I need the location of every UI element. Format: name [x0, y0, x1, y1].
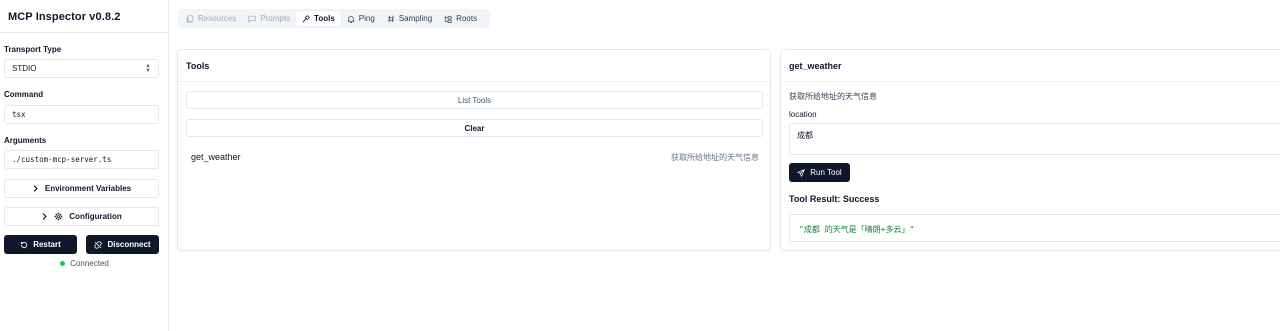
- tab-sampling-label: Sampling: [398, 14, 433, 23]
- command-value: tsx: [12, 110, 26, 119]
- location-input[interactable]: 成都: [789, 123, 1280, 155]
- status-text: Connected: [70, 259, 109, 268]
- divider: [781, 81, 1280, 82]
- tab-prompts[interactable]: Prompts: [242, 11, 296, 26]
- run-tool-label: Run Tool: [810, 168, 842, 177]
- tab-tools-label: Tools: [314, 14, 335, 23]
- tool-detail-title: get_weather: [789, 61, 842, 71]
- connection-status: Connected: [0, 259, 169, 268]
- arguments-value: ./custom-mcp-server.ts: [12, 155, 112, 164]
- disconnect-label: Disconnect: [107, 240, 151, 249]
- tab-roots-label: Roots: [456, 14, 478, 23]
- hash-icon: [387, 15, 395, 22]
- chevron-right-icon: [42, 213, 47, 220]
- tool-name: get_weather: [191, 152, 241, 162]
- bell-icon: [347, 15, 355, 23]
- list-tools-button[interactable]: List Tools: [186, 91, 763, 109]
- gear-icon: [54, 212, 63, 221]
- tool-detail-description: 获取所给地址的天气信息: [789, 92, 877, 101]
- command-label: Command: [4, 90, 44, 99]
- environment-variables-label: Environment Variables: [44, 184, 132, 193]
- divider: [178, 81, 770, 82]
- transport-type-select[interactable]: STDIO ▲ ▼: [4, 59, 159, 78]
- tool-result-text: "成都 的天气是「晴朗+多云」": [799, 225, 915, 234]
- param-label: location: [789, 110, 817, 119]
- tool-result-title: Tool Result: Success: [789, 194, 880, 204]
- configuration-button[interactable]: Configuration: [4, 207, 159, 226]
- disconnect-button[interactable]: Disconnect: [86, 235, 159, 254]
- tools-panel-title: Tools: [186, 61, 210, 71]
- tools-panel: Tools List Tools Clear get_weather 获取所给地…: [177, 49, 771, 251]
- tool-detail-panel: get_weather 获取所给地址的天气信息 location 成都 Run …: [780, 49, 1280, 251]
- hammer-icon: [302, 14, 310, 22]
- transport-type-value: STDIO: [12, 64, 37, 73]
- folder-tree-icon: [445, 15, 452, 23]
- configuration-label: Configuration: [69, 212, 122, 221]
- files-icon: [186, 14, 194, 23]
- tool-description: 获取所给地址的天气信息: [671, 153, 759, 162]
- chevron-right-icon: [33, 185, 38, 192]
- restart-label: Restart: [33, 240, 61, 249]
- tab-bar: Resources Prompts Tools Ping Sampling Ro…: [178, 9, 490, 28]
- send-icon: [797, 168, 805, 177]
- tab-sampling[interactable]: Sampling: [381, 11, 438, 26]
- sidebar: MCP Inspector v0.8.2 Transport Type STDI…: [0, 0, 169, 331]
- environment-variables-button[interactable]: Environment Variables: [4, 179, 159, 198]
- tab-roots[interactable]: Roots: [438, 11, 483, 26]
- tab-ping-label: Ping: [358, 14, 375, 23]
- tab-ping[interactable]: Ping: [341, 11, 381, 26]
- status-dot-icon: [60, 261, 66, 266]
- command-input[interactable]: tsx: [4, 105, 159, 124]
- list-item[interactable]: get_weather 获取所给地址的天气信息: [191, 152, 759, 163]
- tab-tools[interactable]: Tools: [296, 11, 341, 26]
- transport-type-label: Transport Type: [4, 45, 62, 54]
- tool-result-output: "成都 的天气是「晴朗+多云」": [789, 214, 1280, 242]
- arguments-input[interactable]: ./custom-mcp-server.ts: [4, 150, 159, 169]
- restart-button[interactable]: Restart: [4, 235, 77, 254]
- location-value: 成都: [797, 131, 813, 140]
- rotate-ccw-icon: [21, 241, 28, 248]
- tab-resources[interactable]: Resources: [180, 11, 242, 26]
- chevrons-up-down-icon: ▲ ▼: [145, 63, 151, 74]
- message-square-icon: [248, 15, 256, 23]
- arguments-label: Arguments: [4, 136, 47, 145]
- tab-resources-label: Resources: [198, 14, 237, 23]
- app-title: MCP Inspector v0.8.2: [0, 0, 168, 33]
- tab-prompts-label: Prompts: [260, 14, 291, 23]
- run-tool-button[interactable]: Run Tool: [789, 163, 850, 182]
- clear-button[interactable]: Clear: [186, 119, 763, 137]
- unplug-icon: [94, 240, 102, 249]
